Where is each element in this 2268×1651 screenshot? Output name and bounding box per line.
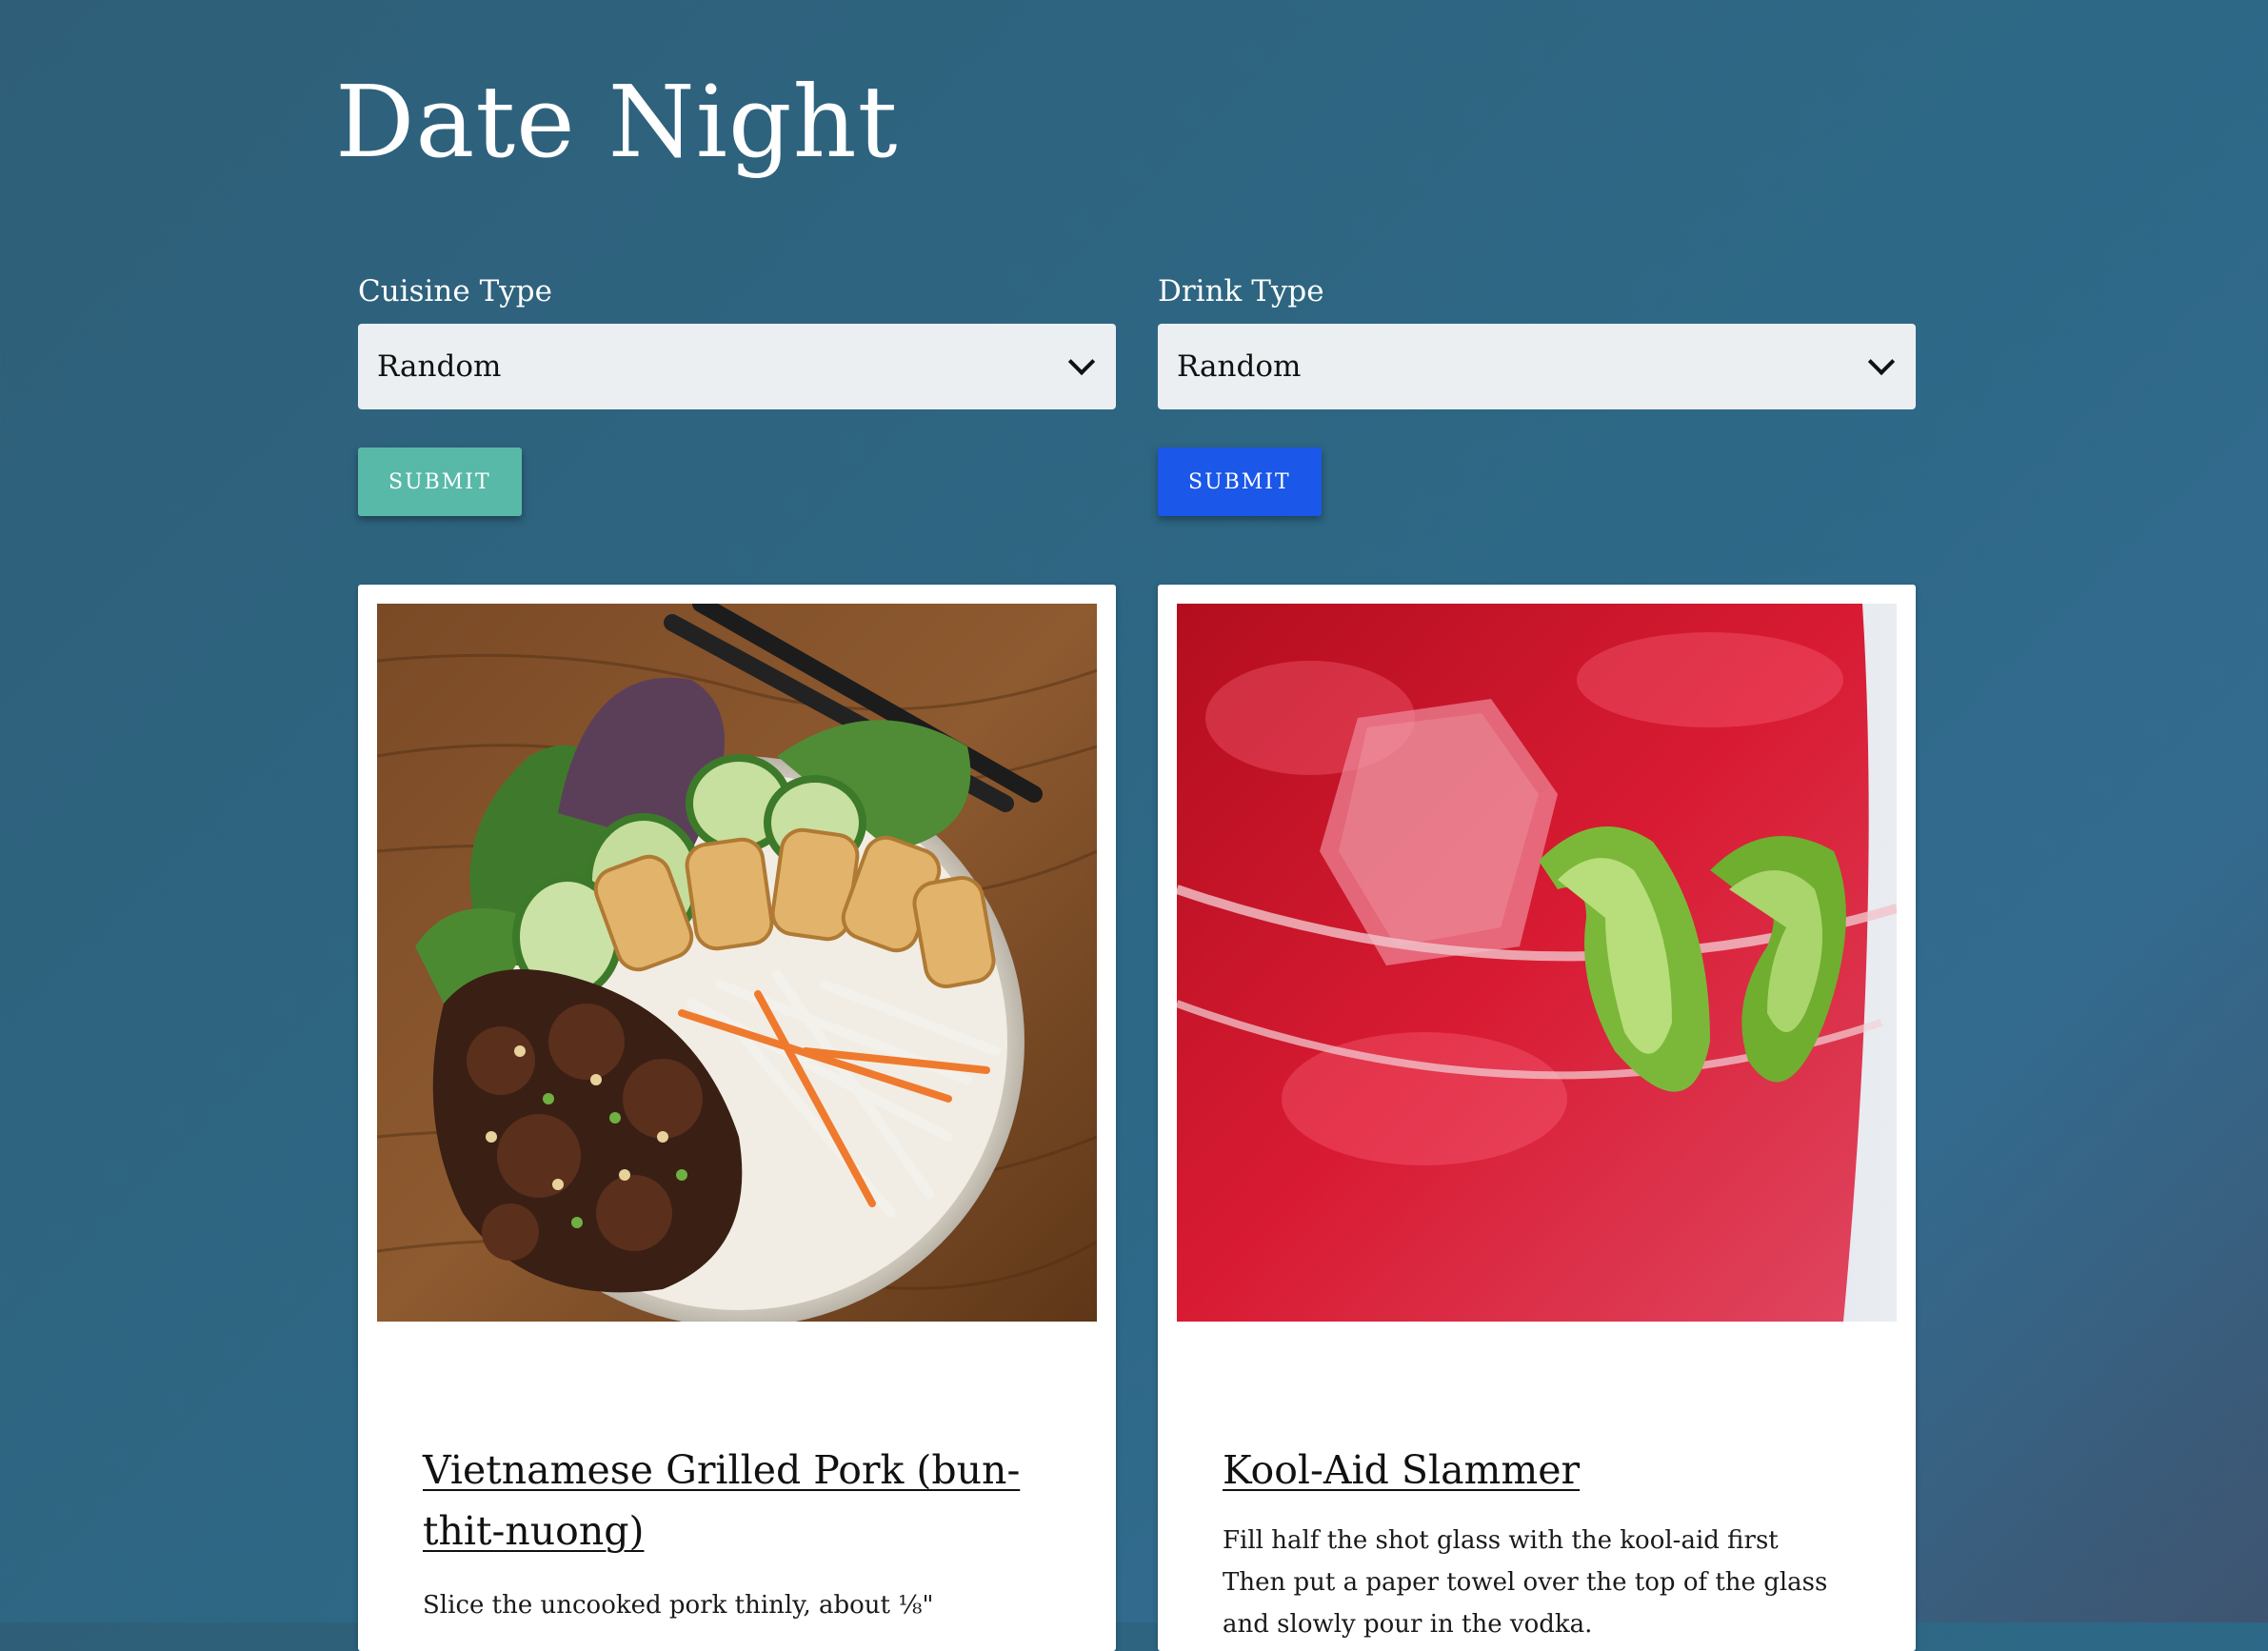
- drink-form: Drink Type Random SUBMIT: [1158, 272, 1916, 516]
- drink-type-label: Drink Type: [1158, 274, 1324, 308]
- drink-instruction-line: Fill half the shot glass with the kool-a…: [1223, 1526, 1779, 1555]
- drink-recipe-card: Kool-Aid Slammer Fill half the shot glas…: [1158, 585, 1916, 1651]
- drink-submit-button[interactable]: SUBMIT: [1158, 448, 1322, 516]
- drink-instruction-line: Then put a paper towel over the top of t…: [1223, 1568, 1828, 1639]
- food-recipe-title-link[interactable]: Vietnamese Grilled Pork (bun-thit-nuong): [423, 1440, 1032, 1561]
- food-recipe-card: Vietnamese Grilled Pork (bun-thit-nuong)…: [358, 585, 1116, 1651]
- chevron-down-icon: [1067, 348, 1096, 376]
- food-instruction-line: Slice the uncooked pork thinly, about ⅛": [423, 1591, 934, 1620]
- cuisine-type-selected-value: Random: [377, 349, 502, 384]
- cuisine-type-select[interactable]: Random: [358, 324, 1116, 409]
- cuisine-submit-button[interactable]: SUBMIT: [358, 448, 522, 516]
- cuisine-type-label: Cuisine Type: [358, 274, 552, 308]
- drink-image: [1177, 604, 1897, 1322]
- food-image: [377, 604, 1097, 1322]
- cuisine-form: Cuisine Type Random SUBMIT: [358, 272, 1116, 516]
- drink-recipe-title-link[interactable]: Kool-Aid Slammer: [1223, 1440, 1832, 1501]
- drink-type-selected-value: Random: [1177, 349, 1302, 384]
- drink-type-select[interactable]: Random: [1158, 324, 1916, 409]
- page-title: Date Night: [335, 64, 899, 180]
- chevron-down-icon: [1867, 348, 1896, 376]
